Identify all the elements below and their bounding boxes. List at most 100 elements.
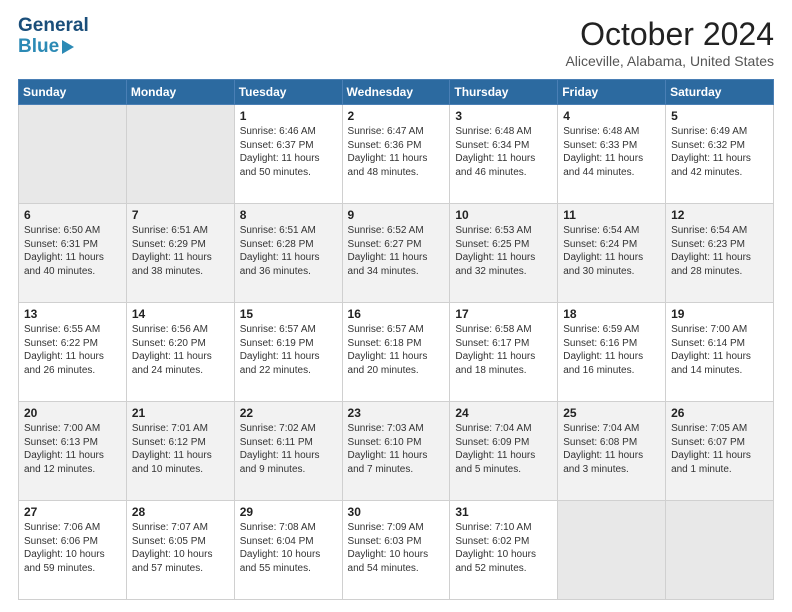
day-number: 9	[348, 208, 445, 222]
calendar-cell: 29 Sunrise: 7:08 AMSunset: 6:04 PMDayligh…	[234, 501, 342, 600]
cell-text: Sunrise: 7:00 AMSunset: 6:13 PMDaylight:…	[24, 422, 121, 476]
cell-text: Sunrise: 6:54 AMSunset: 6:23 PMDaylight:…	[671, 224, 768, 278]
cell-text: Sunrise: 6:59 AMSunset: 6:16 PMDaylight:…	[563, 323, 660, 377]
calendar-cell: 5Sunrise: 6:49 AMSunset: 6:32 PMDaylight…	[666, 105, 774, 204]
cell-text: Sunrise: 6:51 AMSunset: 6:28 PMDaylight:…	[240, 224, 337, 278]
day-number: 4	[563, 109, 660, 123]
day-number: 8	[240, 208, 337, 222]
calendar-cell: 1Sunrise: 6:46 AMSunset: 6:37 PMDaylight…	[234, 105, 342, 204]
logo-general: General	[18, 16, 89, 37]
calendar-cell: 6 Sunrise: 6:50 AMSunset: 6:31 PMDaylight…	[19, 204, 127, 303]
day-number: 18	[563, 307, 660, 321]
calendar-cell: 27Sunrise: 7:06 AMSunset: 6:06 PMDayligh…	[19, 501, 127, 600]
weekday-header-thursday: Thursday	[450, 80, 558, 105]
location: Aliceville, Alabama, United States	[565, 53, 774, 69]
calendar-cell	[19, 105, 127, 204]
cell-text: Sunrise: 6:55 AMSunset: 6:22 PMDaylight:…	[24, 323, 121, 377]
day-number: 12	[671, 208, 768, 222]
weekday-header-sunday: Sunday	[19, 80, 127, 105]
logo: General Blue	[18, 16, 101, 58]
day-number: 29	[240, 505, 337, 519]
day-number: 15	[240, 307, 337, 321]
day-number: 20	[24, 406, 121, 420]
cell-text: Sunrise: 7:09 AMSunset: 6:03 PMDaylight:…	[348, 521, 445, 575]
calendar-cell: 25Sunrise: 7:04 AMSunset: 6:08 PMDayligh…	[558, 402, 666, 501]
day-number: 6	[24, 208, 121, 222]
weekday-header-tuesday: Tuesday	[234, 80, 342, 105]
cell-text: Sunrise: 7:03 AMSunset: 6:10 PMDaylight:…	[348, 422, 445, 476]
day-number: 27	[24, 505, 121, 519]
calendar-table: SundayMondayTuesdayWednesdayThursdayFrid…	[18, 79, 774, 600]
calendar-cell: 24Sunrise: 7:04 AMSunset: 6:09 PMDayligh…	[450, 402, 558, 501]
cell-text: Sunrise: 6:54 AMSunset: 6:24 PMDaylight:…	[563, 224, 660, 278]
cell-text: Sunrise: 6:51 AMSunset: 6:29 PMDaylight:…	[132, 224, 229, 278]
calendar-cell: 18 Sunrise: 6:59 AMSunset: 6:16 PMDayligh…	[558, 303, 666, 402]
calendar-cell: 11 Sunrise: 6:54 AMSunset: 6:24 PMDayligh…	[558, 204, 666, 303]
calendar-cell: 7Sunrise: 6:51 AMSunset: 6:29 PMDaylight…	[126, 204, 234, 303]
calendar-cell: 23 Sunrise: 7:03 AMSunset: 6:10 PMDayligh…	[342, 402, 450, 501]
cell-text: Sunrise: 6:58 AMSunset: 6:17 PMDaylight:…	[455, 323, 552, 377]
weekday-header-wednesday: Wednesday	[342, 80, 450, 105]
day-number: 11	[563, 208, 660, 222]
day-number: 25	[563, 406, 660, 420]
day-number: 24	[455, 406, 552, 420]
calendar-cell: 2Sunrise: 6:47 AMSunset: 6:36 PMDaylight…	[342, 105, 450, 204]
logo-text: General Blue	[18, 16, 101, 58]
day-number: 28	[132, 505, 229, 519]
day-number: 14	[132, 307, 229, 321]
week-row-5: 27Sunrise: 7:06 AMSunset: 6:06 PMDayligh…	[19, 501, 774, 600]
cell-text: Sunrise: 6:50 AMSunset: 6:31 PMDaylight:…	[24, 224, 121, 278]
weekday-header-monday: Monday	[126, 80, 234, 105]
calendar-cell: 20 Sunrise: 7:00 AMSunset: 6:13 PMDayligh…	[19, 402, 127, 501]
calendar-cell: 13 Sunrise: 6:55 AMSunset: 6:22 PMDayligh…	[19, 303, 127, 402]
title-section: October 2024 Aliceville, Alabama, United…	[565, 16, 774, 69]
calendar-cell: 31 Sunrise: 7:10 AMSunset: 6:02 PMDayligh…	[450, 501, 558, 600]
calendar-cell: 14 Sunrise: 6:56 AMSunset: 6:20 PMDayligh…	[126, 303, 234, 402]
day-number: 23	[348, 406, 445, 420]
cell-text: Sunrise: 6:57 AMSunset: 6:19 PMDaylight:…	[240, 323, 337, 377]
calendar-cell: 12 Sunrise: 6:54 AMSunset: 6:23 PMDayligh…	[666, 204, 774, 303]
day-number: 22	[240, 406, 337, 420]
day-number: 1	[240, 109, 337, 123]
day-number: 10	[455, 208, 552, 222]
week-row-2: 6 Sunrise: 6:50 AMSunset: 6:31 PMDaylight…	[19, 204, 774, 303]
page: General Blue October 2024 Aliceville, Al…	[0, 0, 792, 612]
day-number: 13	[24, 307, 121, 321]
calendar-cell: 10 Sunrise: 6:53 AMSunset: 6:25 PMDayligh…	[450, 204, 558, 303]
day-number: 5	[671, 109, 768, 123]
calendar-cell: 28 Sunrise: 7:07 AMSunset: 6:05 PMDayligh…	[126, 501, 234, 600]
week-row-1: 1Sunrise: 6:46 AMSunset: 6:37 PMDaylight…	[19, 105, 774, 204]
cell-text: Sunrise: 6:56 AMSunset: 6:20 PMDaylight:…	[132, 323, 229, 377]
cell-text: Sunrise: 6:52 AMSunset: 6:27 PMDaylight:…	[348, 224, 445, 278]
day-number: 16	[348, 307, 445, 321]
logo-arrow-icon	[62, 40, 74, 54]
calendar-cell	[666, 501, 774, 600]
logo-blue: Blue	[18, 37, 59, 58]
cell-text: Sunrise: 7:07 AMSunset: 6:05 PMDaylight:…	[132, 521, 229, 575]
calendar-cell: 21Sunrise: 7:01 AMSunset: 6:12 PMDayligh…	[126, 402, 234, 501]
calendar-cell: 19 Sunrise: 7:00 AMSunset: 6:14 PMDayligh…	[666, 303, 774, 402]
day-number: 31	[455, 505, 552, 519]
cell-text: Sunrise: 7:10 AMSunset: 6:02 PMDaylight:…	[455, 521, 552, 575]
cell-text: Sunrise: 6:48 AMSunset: 6:33 PMDaylight:…	[563, 125, 660, 179]
weekday-header-row: SundayMondayTuesdayWednesdayThursdayFrid…	[19, 80, 774, 105]
cell-text: Sunrise: 6:48 AMSunset: 6:34 PMDaylight:…	[455, 125, 552, 179]
cell-text: Sunrise: 7:01 AMSunset: 6:12 PMDaylight:…	[132, 422, 229, 476]
day-number: 19	[671, 307, 768, 321]
header: General Blue October 2024 Aliceville, Al…	[18, 16, 774, 69]
day-number: 17	[455, 307, 552, 321]
calendar-cell: 22Sunrise: 7:02 AMSunset: 6:11 PMDayligh…	[234, 402, 342, 501]
cell-text: Sunrise: 7:08 AMSunset: 6:04 PMDaylight:…	[240, 521, 337, 575]
cell-text: Sunrise: 6:47 AMSunset: 6:36 PMDaylight:…	[348, 125, 445, 179]
weekday-header-saturday: Saturday	[666, 80, 774, 105]
weekday-header-friday: Friday	[558, 80, 666, 105]
day-number: 3	[455, 109, 552, 123]
week-row-3: 13 Sunrise: 6:55 AMSunset: 6:22 PMDayligh…	[19, 303, 774, 402]
cell-text: Sunrise: 6:53 AMSunset: 6:25 PMDaylight:…	[455, 224, 552, 278]
calendar-cell: 26Sunrise: 7:05 AMSunset: 6:07 PMDayligh…	[666, 402, 774, 501]
calendar-cell: 9 Sunrise: 6:52 AMSunset: 6:27 PMDaylight…	[342, 204, 450, 303]
week-row-4: 20 Sunrise: 7:00 AMSunset: 6:13 PMDayligh…	[19, 402, 774, 501]
cell-text: Sunrise: 7:00 AMSunset: 6:14 PMDaylight:…	[671, 323, 768, 377]
calendar-cell: 17 Sunrise: 6:58 AMSunset: 6:17 PMDayligh…	[450, 303, 558, 402]
day-number: 30	[348, 505, 445, 519]
